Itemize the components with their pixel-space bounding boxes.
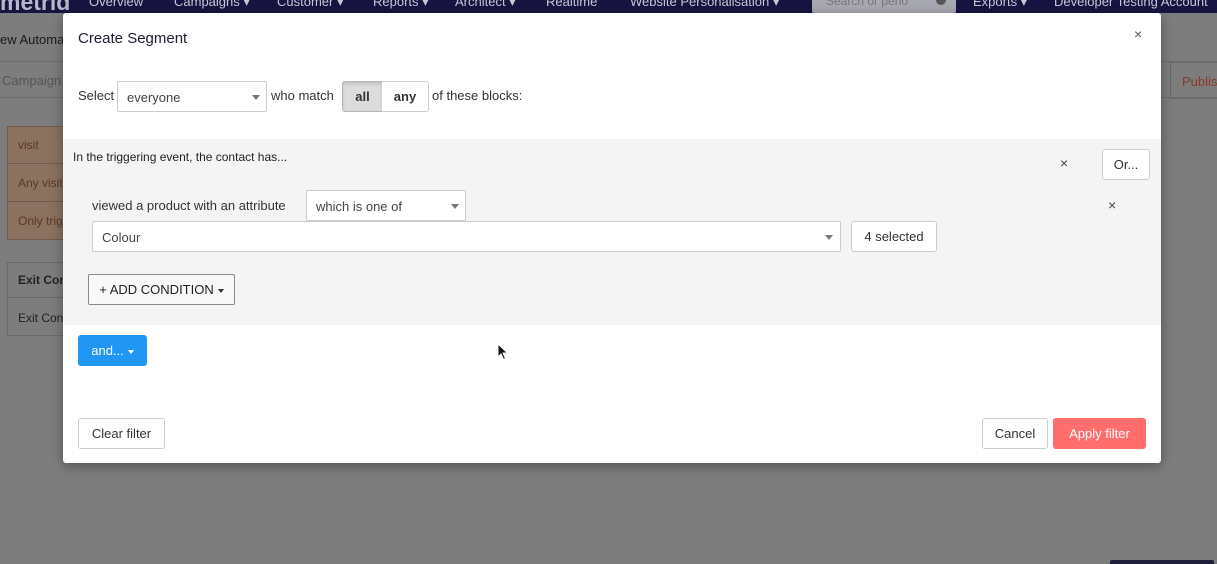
trigger-card: visit Any visit Only trig (7, 126, 68, 240)
chevron-down-icon (252, 95, 260, 100)
nav-search-input[interactable]: Search or perio (812, 0, 956, 13)
card-item-visit[interactable]: visit (18, 138, 39, 152)
nav-realtime[interactable]: Realtime (546, 0, 597, 9)
audience-select[interactable]: everyone (117, 81, 267, 112)
match-all-button[interactable]: all (342, 81, 383, 112)
nav-account[interactable]: Developer Testing Account (1054, 0, 1208, 9)
exit-card-title: Exit Con (18, 273, 67, 287)
caret-down-icon (127, 349, 134, 354)
exit-card-item[interactable]: Exit Con (18, 311, 63, 325)
or-button[interactable]: Or... (1102, 149, 1150, 180)
values-selected-button[interactable]: 4 selected (851, 221, 937, 252)
who-match-label: who match (271, 88, 334, 103)
audience-select-value: everyone (127, 90, 181, 105)
search-icon (936, 0, 946, 5)
remove-condition-icon[interactable]: × (1108, 198, 1116, 212)
nav-search-placeholder: Search or perio (826, 0, 909, 8)
nav-exports[interactable]: Exports ▾ (973, 0, 1027, 10)
blocks-label: of these blocks: (432, 88, 523, 103)
and-label: and... (91, 343, 124, 358)
close-icon[interactable]: × (1134, 27, 1142, 41)
page-title: ew Automa (0, 32, 65, 47)
chevron-down-icon (451, 204, 459, 209)
top-navigation: metrid Overview Campaigns ▾ Customer ▾ R… (0, 0, 1217, 13)
nav-reports[interactable]: Reports ▾ (373, 0, 429, 10)
operator-select[interactable]: which is one of (306, 190, 466, 221)
chevron-down-icon (825, 235, 833, 240)
match-any-button[interactable]: any (382, 81, 429, 112)
publish-label: Publis (1182, 74, 1217, 89)
exit-card: Exit Con Exit Con (7, 262, 68, 336)
modal-title: Create Segment (78, 30, 188, 47)
add-condition-label: + ADD CONDITION (99, 282, 214, 297)
bottom-tab[interactable] (1110, 560, 1214, 564)
condition-block: In the triggering event, the contact has… (63, 139, 1161, 325)
tab-campaign[interactable]: Campaign (2, 73, 61, 88)
attribute-select-value: Colour (102, 230, 141, 245)
block-title: In the triggering event, the contact has… (73, 150, 288, 164)
condition-text: viewed a product with an attribute (92, 198, 286, 213)
mouse-cursor-icon (497, 343, 509, 361)
nav-website-personalisation[interactable]: Website Personalisation ▾ (630, 0, 779, 10)
nav-architect[interactable]: Architect ▾ (455, 0, 516, 10)
attribute-select[interactable]: Colour (92, 221, 841, 252)
and-button[interactable]: and... (78, 335, 147, 366)
add-condition-button[interactable]: + ADD CONDITION (88, 274, 235, 305)
remove-block-icon[interactable]: × (1060, 156, 1068, 170)
divider (8, 201, 68, 202)
select-label: Select (78, 88, 115, 103)
create-segment-modal: Create Segment × Select everyone who mat… (63, 13, 1161, 463)
apply-filter-button[interactable]: Apply filter (1053, 418, 1146, 449)
cancel-button[interactable]: Cancel (982, 418, 1048, 449)
app-logo: metrid (0, 0, 71, 13)
divider (8, 297, 68, 298)
card-item-only-trigger[interactable]: Only trig (18, 214, 63, 228)
clear-filter-button[interactable]: Clear filter (78, 418, 165, 449)
card-item-any-visit[interactable]: Any visit (18, 176, 63, 190)
nav-overview[interactable]: Overview (89, 0, 143, 9)
divider (8, 163, 68, 164)
nav-campaigns[interactable]: Campaigns ▾ (174, 0, 250, 10)
operator-select-value: which is one of (316, 199, 402, 214)
caret-down-icon (217, 288, 224, 293)
nav-customer[interactable]: Customer ▾ (277, 0, 344, 10)
